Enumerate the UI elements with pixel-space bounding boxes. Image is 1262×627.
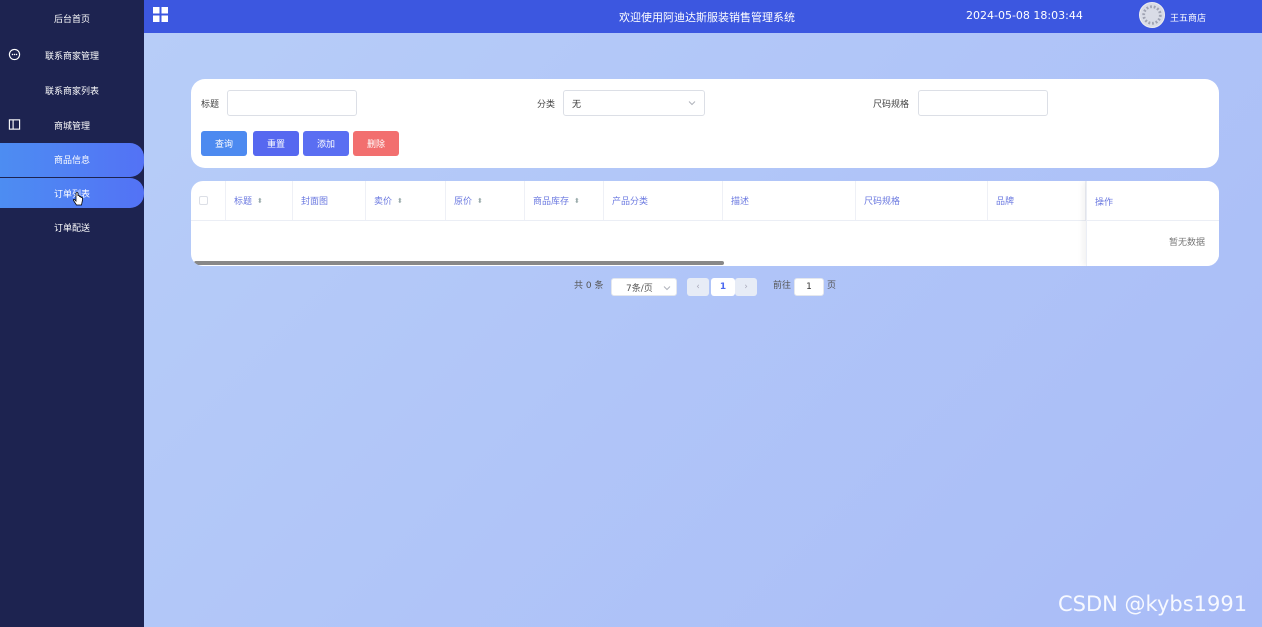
column-header-size-spec: 尺码规格 (856, 181, 988, 220)
column-header-label: 原价 (454, 197, 473, 207)
select-all-header (191, 181, 226, 220)
chevron-down-icon (663, 286, 671, 291)
sidebar-item-contact-merchant-management[interactable]: 联系商家管理 (0, 42, 144, 68)
size-spec-input[interactable] (918, 90, 1048, 116)
header-divider (1087, 220, 1219, 221)
empty-text: 暂无数据 (1168, 238, 1205, 248)
operation-column: 操作 暂无数据 (1086, 181, 1219, 266)
column-header-label: 产品分类 (612, 197, 649, 207)
sidebar-item-order-delivery[interactable]: 订单配送 (0, 214, 144, 240)
watermark: CSDN @kybs1991 (1058, 592, 1248, 616)
add-button[interactable]: 添加 (303, 131, 349, 156)
category-label: 分类 (537, 100, 556, 110)
sidebar-item-mall-management[interactable]: 商城管理 (0, 112, 144, 138)
sidebar-item-label: 联系商家管理 (44, 51, 99, 62)
columns-icon (8, 119, 21, 130)
sort-icon[interactable]: ⬍ (397, 197, 403, 205)
header-divider (191, 220, 1219, 221)
query-button[interactable]: 查询 (201, 131, 247, 156)
column-header-operation: 操作 (1095, 198, 1114, 208)
prev-page-button[interactable]: ‹ (687, 278, 709, 296)
sort-icon[interactable]: ⬍ (574, 197, 580, 205)
main-content: 标题 分类 无 尺码规格 查询 重置 添加 删除 标题 ⬍ 封面图 卖价 ⬍ 原价 ⬍ (144, 33, 1262, 627)
sort-icon[interactable]: ⬍ (257, 197, 263, 205)
sidebar-item-label: 订单配送 (53, 223, 90, 234)
column-header-label: 尺码规格 (864, 197, 901, 207)
column-header-title[interactable]: 标题 ⬍ (226, 181, 293, 220)
chevron-left-icon: ‹ (696, 282, 700, 292)
column-header-category: 产品分类 (604, 181, 723, 220)
sidebar-item-label: 商品信息 (53, 156, 90, 166)
sort-icon[interactable]: ⬍ (477, 197, 483, 205)
column-header-brand: 品牌 (988, 181, 1086, 220)
page-size-select[interactable]: 7条/页 (611, 278, 677, 296)
column-header-label: 卖价 (374, 197, 393, 207)
column-header-label: 品牌 (996, 197, 1015, 207)
system-title: 欢迎使用阿迪达斯服装销售管理系统 (619, 11, 795, 24)
goto-label: 前往 (773, 281, 792, 291)
category-select-value: 无 (572, 99, 582, 110)
grid-menu-icon[interactable] (153, 7, 168, 22)
data-table: 标题 ⬍ 封面图 卖价 ⬍ 原价 ⬍ 商品库存 ⬍ 产品分类 描述 尺码规格 品牌 操作 (191, 181, 1219, 266)
column-header-description: 描述 (723, 181, 856, 220)
column-header-stock[interactable]: 商品库存 ⬍ (525, 181, 604, 220)
column-header-label: 商品库存 (533, 197, 570, 207)
column-header-price[interactable]: 卖价 ⬍ (366, 181, 446, 220)
current-datetime: 2024-05-08 18:03:44 (966, 9, 1083, 22)
column-header-cover: 封面图 (293, 181, 366, 220)
column-header-label: 标题 (234, 197, 253, 207)
title-input[interactable] (227, 90, 357, 116)
next-page-button[interactable]: › (735, 278, 757, 296)
reset-button[interactable]: 重置 (253, 131, 299, 156)
hand-cursor-icon (72, 192, 83, 206)
page-number-current[interactable]: 1 (711, 278, 735, 296)
total-count: 共 0 条 (574, 281, 604, 291)
sidebar-item-product-info[interactable]: 商品信息 (0, 143, 144, 177)
title-label: 标题 (201, 100, 220, 110)
goto-page-input[interactable]: 1 (794, 278, 824, 296)
sidebar-item-label: 商城管理 (53, 121, 90, 132)
username[interactable]: 王五商店 (1170, 11, 1206, 24)
column-header-label: 描述 (731, 197, 750, 207)
page-suffix: 页 (827, 281, 837, 291)
avatar-spinner-icon (1142, 5, 1162, 25)
sidebar-item-label: 联系商家列表 (44, 86, 99, 97)
search-panel: 标题 分类 无 尺码规格 查询 重置 添加 删除 (191, 79, 1219, 168)
select-all-checkbox[interactable] (199, 196, 208, 205)
category-select[interactable]: 无 (563, 90, 705, 116)
size-spec-label: 尺码规格 (873, 100, 910, 110)
sidebar: 后台首页 联系商家管理 联系商家列表 商城管理 商品信息 订单列表 订单配送 (0, 0, 144, 627)
chevron-right-icon: › (744, 282, 748, 292)
sidebar-item-contact-merchant-list[interactable]: 联系商家列表 (0, 77, 144, 103)
page-size-value: 7条/页 (626, 283, 653, 294)
sidebar-item-label: 后台首页 (53, 14, 90, 25)
chat-icon (8, 48, 21, 61)
sidebar-item-home[interactable]: 后台首页 (0, 5, 144, 31)
horizontal-scrollbar[interactable] (194, 261, 724, 265)
column-header-original-price[interactable]: 原价 ⬍ (446, 181, 525, 220)
column-header-label: 封面图 (301, 197, 329, 207)
delete-button[interactable]: 删除 (353, 131, 399, 156)
avatar[interactable] (1139, 2, 1165, 28)
top-header: 欢迎使用阿迪达斯服装销售管理系统 2024-05-08 18:03:44 王五商… (144, 0, 1262, 33)
chevron-down-icon (688, 101, 696, 106)
